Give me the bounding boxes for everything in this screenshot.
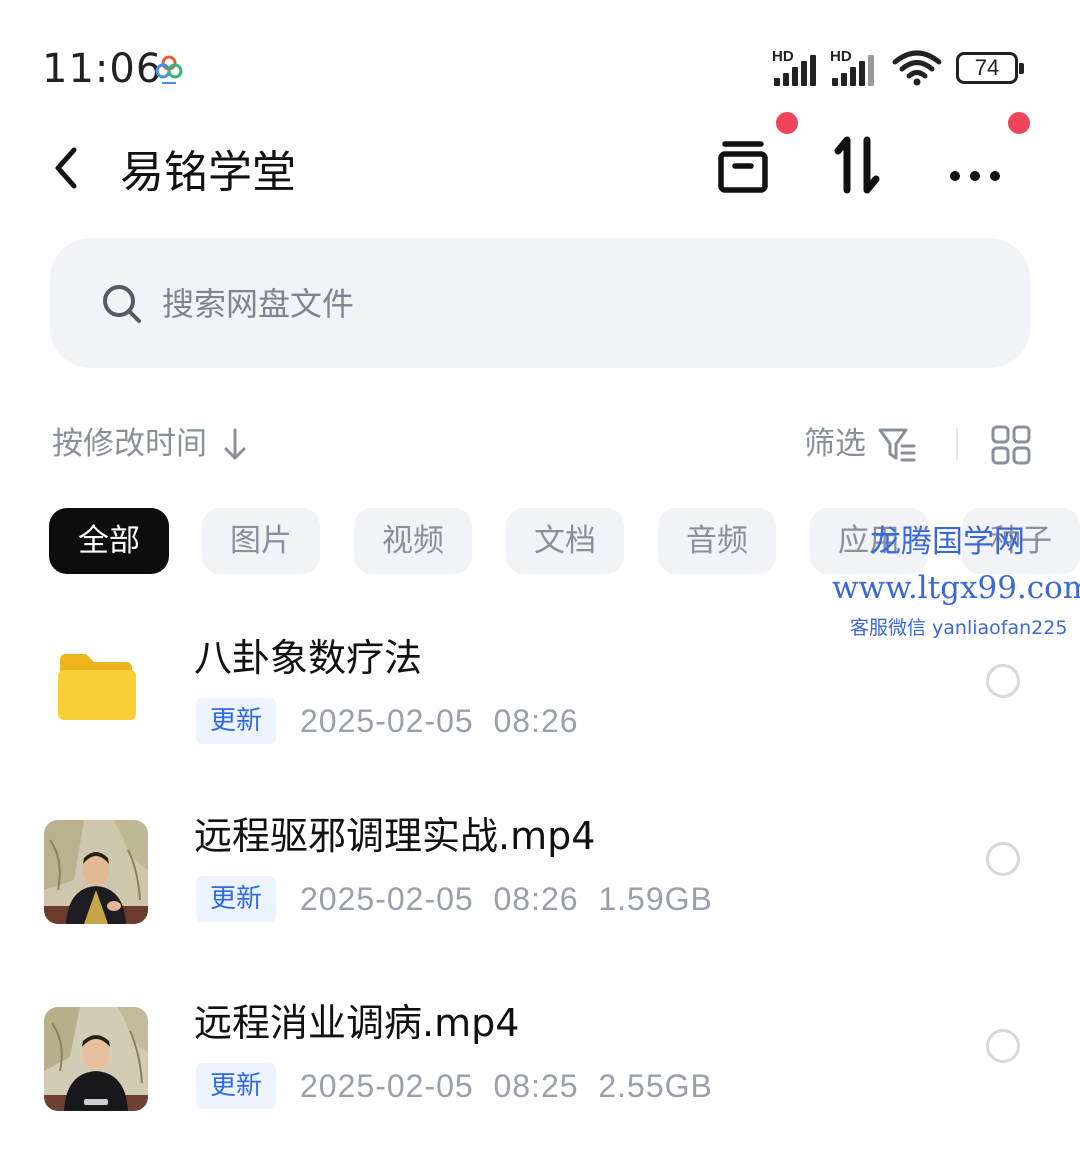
select-radio[interactable] <box>986 664 1020 698</box>
file-name: 远程消业调病.mp4 <box>194 1001 520 1045</box>
video-thumbnail-image <box>44 820 148 924</box>
file-date: 2025-02-05 <box>300 1068 474 1104</box>
file-time: 08:25 <box>493 1068 579 1104</box>
video-thumbnail-image <box>44 1007 148 1111</box>
list-item[interactable]: 远程驱邪调理实战.mp4 更新 2025-02-05 08:26 1.59GB <box>0 790 1080 940</box>
file-time: 08:26 <box>493 881 579 917</box>
chip-all[interactable]: 全部 <box>49 508 169 574</box>
filter-icon[interactable] <box>876 424 918 464</box>
filter-button[interactable]: 筛选 <box>804 422 866 466</box>
file-meta: 2025-02-05 08:25 2.55GB <box>300 1063 713 1109</box>
status-bar: 11:06 HD HD 74 <box>0 0 1080 120</box>
more-icon[interactable] <box>940 130 1010 200</box>
folder-icon <box>58 654 136 720</box>
video-thumbnail <box>44 820 148 924</box>
top-app-bar: 易铭学堂 <box>0 112 1080 220</box>
signal-icon: HD <box>772 48 826 86</box>
search-icon <box>103 285 141 323</box>
file-name: 八卦象数疗法 <box>194 636 423 680</box>
select-radio[interactable] <box>986 842 1020 876</box>
battery-icon: 74 <box>956 52 1024 84</box>
chip-audio[interactable]: 音频 <box>658 508 776 574</box>
file-meta: 2025-02-05 08:26 <box>300 698 579 744</box>
list-item[interactable]: 八卦象数疗法 更新 2025-02-05 08:26 <box>0 612 1080 762</box>
select-radio[interactable] <box>986 1029 1020 1063</box>
signal-icon: HD <box>830 48 884 86</box>
sort-button[interactable]: 按修改时间 <box>52 422 207 466</box>
chip-images[interactable]: 图片 <box>202 508 320 574</box>
file-time: 08:26 <box>493 703 579 739</box>
arrow-down-icon <box>224 428 246 460</box>
notification-dot <box>1008 112 1030 134</box>
file-date: 2025-02-05 <box>300 881 474 917</box>
page-title: 易铭学堂 <box>120 147 296 198</box>
list-item[interactable]: 远程消业调病.mp4 更新 2025-02-05 08:25 2.55GB <box>0 977 1080 1127</box>
chevron-left-icon[interactable] <box>40 140 96 196</box>
status-time: 11:06 <box>42 46 163 92</box>
transfer-icon[interactable] <box>822 130 892 200</box>
archive-icon[interactable] <box>708 130 778 200</box>
video-thumbnail <box>44 1007 148 1111</box>
toolbar-divider <box>956 428 958 460</box>
file-date: 2025-02-05 <box>300 703 474 739</box>
update-badge: 更新 <box>196 876 277 922</box>
battery-level: 74 <box>974 55 1000 80</box>
watermark-title: 龙腾国学网 <box>870 524 1025 560</box>
update-badge: 更新 <box>196 698 277 744</box>
file-size: 1.59GB <box>598 881 713 917</box>
update-badge: 更新 <box>196 1063 277 1109</box>
search-placeholder: 搜索网盘文件 <box>162 285 355 323</box>
file-name: 远程驱邪调理实战.mp4 <box>194 814 596 858</box>
file-size: 2.55GB <box>598 1068 713 1104</box>
notification-dot <box>776 112 798 134</box>
grid-view-icon[interactable] <box>990 424 1032 466</box>
file-meta: 2025-02-05 08:26 1.59GB <box>300 876 713 922</box>
chip-documents[interactable]: 文档 <box>506 508 624 574</box>
watermark-url: www.ltgx99.com <box>832 570 1080 606</box>
app-cluster-icon <box>155 55 183 84</box>
chip-videos[interactable]: 视频 <box>354 508 472 574</box>
wifi-icon <box>892 50 942 86</box>
